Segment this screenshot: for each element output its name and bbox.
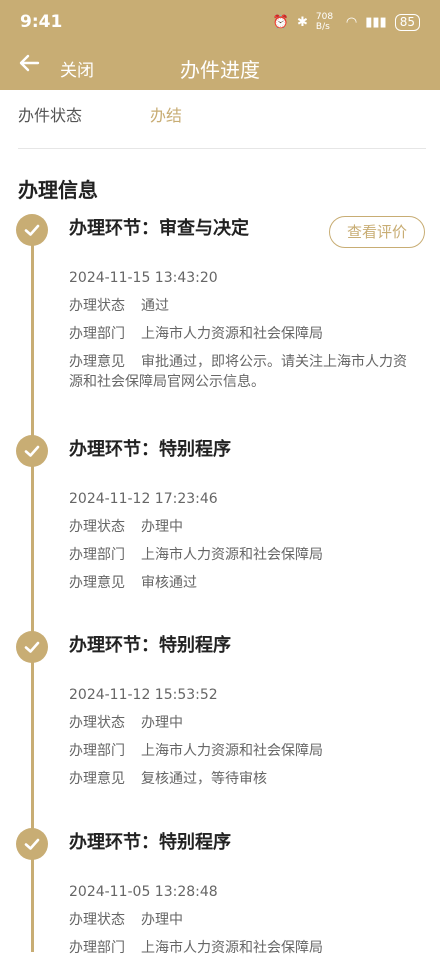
check-icon (16, 214, 48, 246)
step-dept-value: 上海市人力资源和社会保障局 (141, 547, 323, 563)
step-status-row: 办理状态 办理中 (69, 910, 429, 930)
step-dept-row: 办理部门 上海市人力资源和社会保障局 (69, 545, 429, 565)
step-opinion-row: 办理意见 审批通过，即将公示。请关注上海市人力资源和社会保障局官网公示信息。 (69, 352, 429, 392)
step-status-row: 办理状态 通过 (69, 296, 429, 316)
step-opinion-value: 审核通过 (141, 575, 197, 591)
step-time: 2024-11-12 15:53:52 (69, 687, 218, 703)
step-item: 办理环节：审查与决定 2024-11-15 13:43:20 办理状态 通过 办理… (69, 216, 429, 392)
check-icon (16, 435, 48, 467)
step-status-label: 办理状态 (69, 519, 125, 535)
step-title: 办理环节：特别程序 (69, 635, 231, 656)
step-item: 办理环节：特别程序 2024-11-12 15:53:52 办理状态 办理中 办理… (69, 633, 429, 789)
step-dept-row: 办理部门 上海市人力资源和社会保障局 (69, 324, 429, 344)
step-dept-value: 上海市人力资源和社会保障局 (141, 326, 323, 342)
step-title: 办理环节：特别程序 (69, 439, 231, 460)
step-time: 2024-11-05 13:28:48 (69, 884, 218, 900)
step-opinion-row: 办理意见 审核通过 (69, 573, 429, 593)
step-time: 2024-11-12 17:23:46 (69, 491, 218, 507)
step-dept-label: 办理部门 (69, 547, 125, 563)
step-dept-label: 办理部门 (69, 743, 125, 759)
step-time: 2024-11-15 13:43:20 (69, 270, 218, 286)
step-status-label: 办理状态 (69, 715, 125, 731)
step-status-value: 办理中 (141, 519, 183, 535)
step-dept-row: 办理部门 上海市人力资源和社会保障局 (69, 741, 429, 761)
step-status-label: 办理状态 (69, 912, 125, 928)
step-opinion-row: 办理意见 复核通过，等待审核 (69, 769, 429, 789)
check-icon (16, 828, 48, 860)
step-status-row: 办理状态 办理中 (69, 713, 429, 733)
step-dept-row: 办理部门 上海市人力资源和社会保障局 (69, 938, 429, 958)
step-item: 办理环节：特别程序 2024-11-05 13:28:48 办理状态 办理中 办理… (69, 830, 429, 958)
step-title: 办理环节：特别程序 (69, 832, 231, 853)
step-dept-label: 办理部门 (69, 326, 125, 342)
step-dept-label: 办理部门 (69, 940, 125, 956)
step-opinion-label: 办理意见 (69, 575, 125, 591)
step-status-row: 办理状态 办理中 (69, 517, 429, 537)
timeline: 办理环节：审查与决定 2024-11-15 13:43:20 办理状态 通过 办理… (0, 0, 440, 956)
step-item: 办理环节：特别程序 2024-11-12 17:23:46 办理状态 办理中 办理… (69, 437, 429, 593)
step-status-value: 通过 (141, 298, 169, 314)
step-status-value: 办理中 (141, 715, 183, 731)
step-opinion-value: 复核通过，等待审核 (141, 771, 267, 787)
step-status-label: 办理状态 (69, 298, 125, 314)
step-dept-value: 上海市人力资源和社会保障局 (141, 940, 323, 956)
check-icon (16, 631, 48, 663)
step-title: 办理环节：审查与决定 (69, 218, 249, 239)
step-dept-value: 上海市人力资源和社会保障局 (141, 743, 323, 759)
step-status-value: 办理中 (141, 912, 183, 928)
step-opinion-label: 办理意见 (69, 771, 125, 787)
step-opinion-label: 办理意见 (69, 354, 125, 370)
